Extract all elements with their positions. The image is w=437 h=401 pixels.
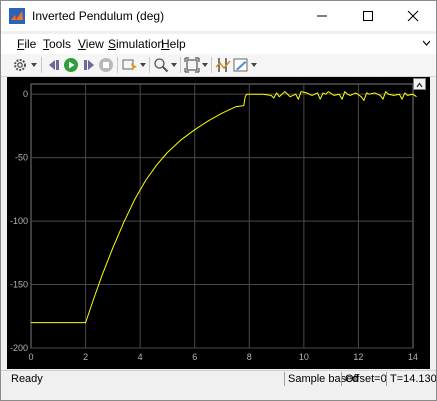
y-tick-label: -150: [10, 280, 28, 290]
settings-icon[interactable]: [12, 57, 28, 73]
chevron-down-icon[interactable]: [251, 62, 257, 68]
window-title: Inverted Pendulum (deg): [32, 9, 165, 23]
toolbar-separator: [180, 57, 181, 73]
stop-icon[interactable]: [98, 57, 114, 73]
x-tick-label: 8: [247, 352, 252, 362]
expand-icon: [416, 82, 423, 88]
zoom-icon[interactable]: [153, 57, 169, 73]
y-tick-label: -50: [15, 153, 28, 163]
status-offset: Offset=0: [341, 372, 390, 386]
menu-simulation[interactable]: Simulation: [108, 37, 164, 51]
toolbar-separator: [211, 57, 212, 73]
maximize-button[interactable]: [345, 1, 391, 31]
x-tick-label: 4: [138, 352, 143, 362]
minimize-icon: [317, 15, 327, 17]
title-bar[interactable]: Inverted Pendulum (deg): [1, 1, 436, 31]
chevron-down-icon[interactable]: [140, 62, 146, 68]
status-ready: Ready: [11, 373, 43, 385]
x-tick-label: 2: [83, 352, 88, 362]
maximize-icon: [363, 11, 373, 21]
scope-plot-area[interactable]: 0 2 4 6 8 10 12 14 0 -50 -100 -150 -200: [7, 77, 430, 369]
menu-view[interactable]: View: [78, 37, 104, 51]
cursor-measurements-icon[interactable]: [215, 57, 231, 73]
toolbar-separator: [117, 57, 118, 73]
x-tick-label: 6: [192, 352, 197, 362]
zoom-to-fit-icon[interactable]: [184, 57, 200, 73]
highlight-icon[interactable]: [122, 57, 138, 73]
toolbar-separator: [41, 57, 42, 73]
x-tick-label: 14: [408, 352, 418, 362]
toolbar: [1, 54, 436, 77]
step-back-icon[interactable]: [46, 57, 62, 73]
menu-overflow-icon[interactable]: [423, 40, 430, 47]
undock-button[interactable]: [413, 78, 426, 90]
step-forward-icon[interactable]: [81, 57, 97, 73]
minimize-button[interactable]: [299, 1, 345, 31]
scope-window: Inverted Pendulum (deg) File Tools View …: [0, 0, 437, 401]
plot-axes-box: [30, 83, 414, 349]
status-time: T=14.130: [386, 372, 437, 386]
menu-file[interactable]: File: [17, 37, 36, 51]
chevron-down-icon[interactable]: [171, 62, 177, 68]
menu-help[interactable]: Help: [161, 37, 186, 51]
scope-plot[interactable]: 0 2 4 6 8 10 12 14 0 -50 -100 -150 -200: [7, 77, 430, 369]
y-tick-label: -200: [10, 343, 28, 353]
chevron-down-icon[interactable]: [31, 62, 37, 68]
toolbar-separator: [149, 57, 150, 73]
chevron-down-icon[interactable]: [202, 62, 208, 68]
y-tick-label: 0: [23, 89, 28, 99]
matlab-logo-icon: [9, 8, 25, 24]
y-tick-label: -100: [10, 216, 28, 226]
style-icon[interactable]: [233, 57, 249, 73]
menu-tools[interactable]: Tools: [43, 37, 71, 51]
x-tick-label: 10: [299, 352, 309, 362]
x-tick-label: 0: [28, 352, 33, 362]
x-tick-label: 12: [353, 352, 363, 362]
close-button[interactable]: [390, 1, 436, 31]
menu-bar: File Tools View Simulation Help: [1, 34, 436, 54]
close-icon: [407, 10, 419, 22]
run-icon[interactable]: [63, 57, 79, 73]
